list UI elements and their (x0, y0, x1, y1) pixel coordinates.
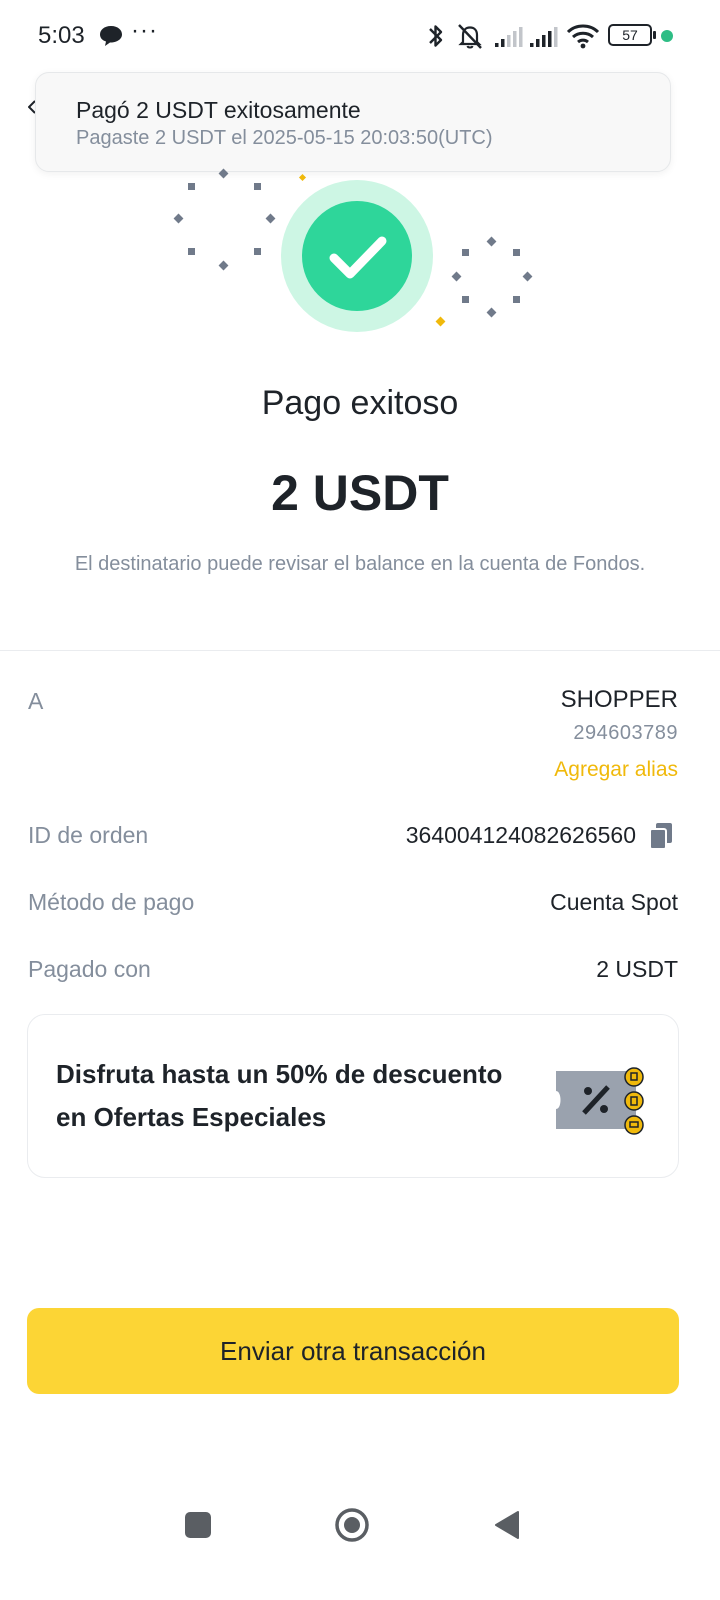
notification-subtitle: Pagaste 2 USDT el 2025-05-15 20:03:50(UT… (76, 127, 493, 149)
add-alias-link[interactable]: Agregar alias (554, 758, 678, 782)
success-check-icon (302, 201, 412, 311)
order-id-value: 364004124082626560 (405, 822, 636, 848)
battery-level: 57 (622, 27, 638, 43)
chat-bubble-icon (100, 26, 122, 46)
privacy-indicator-dot (661, 30, 673, 42)
send-another-transaction-button[interactable]: Enviar otra transacción (27, 1308, 679, 1394)
recipient-note: El destinatario puede revisar el balance… (74, 553, 646, 575)
signal-icon (530, 27, 558, 47)
promo-card[interactable]: Disfruta hasta un 50% de descuento en Of… (27, 1014, 679, 1178)
back-icon[interactable] (494, 1510, 520, 1540)
recent-apps-icon[interactable] (185, 1512, 211, 1538)
promo-text: Disfruta hasta un 50% de descuento en Of… (56, 1059, 503, 1132)
more-notifications-icon: ··· (131, 17, 158, 44)
order-id-label: ID de orden (28, 822, 149, 848)
payment-method-value: Cuenta Spot (550, 889, 678, 915)
recipient-name: SHOPPER (560, 686, 678, 713)
signal-icon (495, 27, 523, 47)
bluetooth-icon (429, 25, 443, 47)
discount-coupon-icon (556, 1067, 644, 1135)
battery-tip (653, 31, 656, 39)
paid-with-value: 2 USDT (596, 956, 678, 982)
payment-notification[interactable]: Pagó 2 USDT exitosamente Pagaste 2 USDT … (35, 72, 671, 172)
battery-icon: 57 (608, 24, 652, 46)
recipient-label: A (28, 688, 44, 714)
payment-amount: 2 USDT (271, 465, 449, 521)
paid-with-label: Pagado con (28, 956, 151, 982)
status-bar: 5:03 ··· 57 (0, 0, 720, 72)
page-title: Pago exitoso (261, 384, 459, 422)
divider (0, 650, 720, 651)
home-icon[interactable] (334, 1507, 370, 1543)
copy-icon[interactable] (650, 823, 672, 849)
wifi-icon (566, 24, 600, 49)
notification-title: Pagó 2 USDT exitosamente (76, 97, 361, 123)
mute-icon (458, 24, 482, 49)
payment-method-label: Método de pago (28, 889, 195, 915)
status-time: 5:03 (38, 22, 85, 49)
recipient-id: 294603789 (573, 722, 678, 744)
